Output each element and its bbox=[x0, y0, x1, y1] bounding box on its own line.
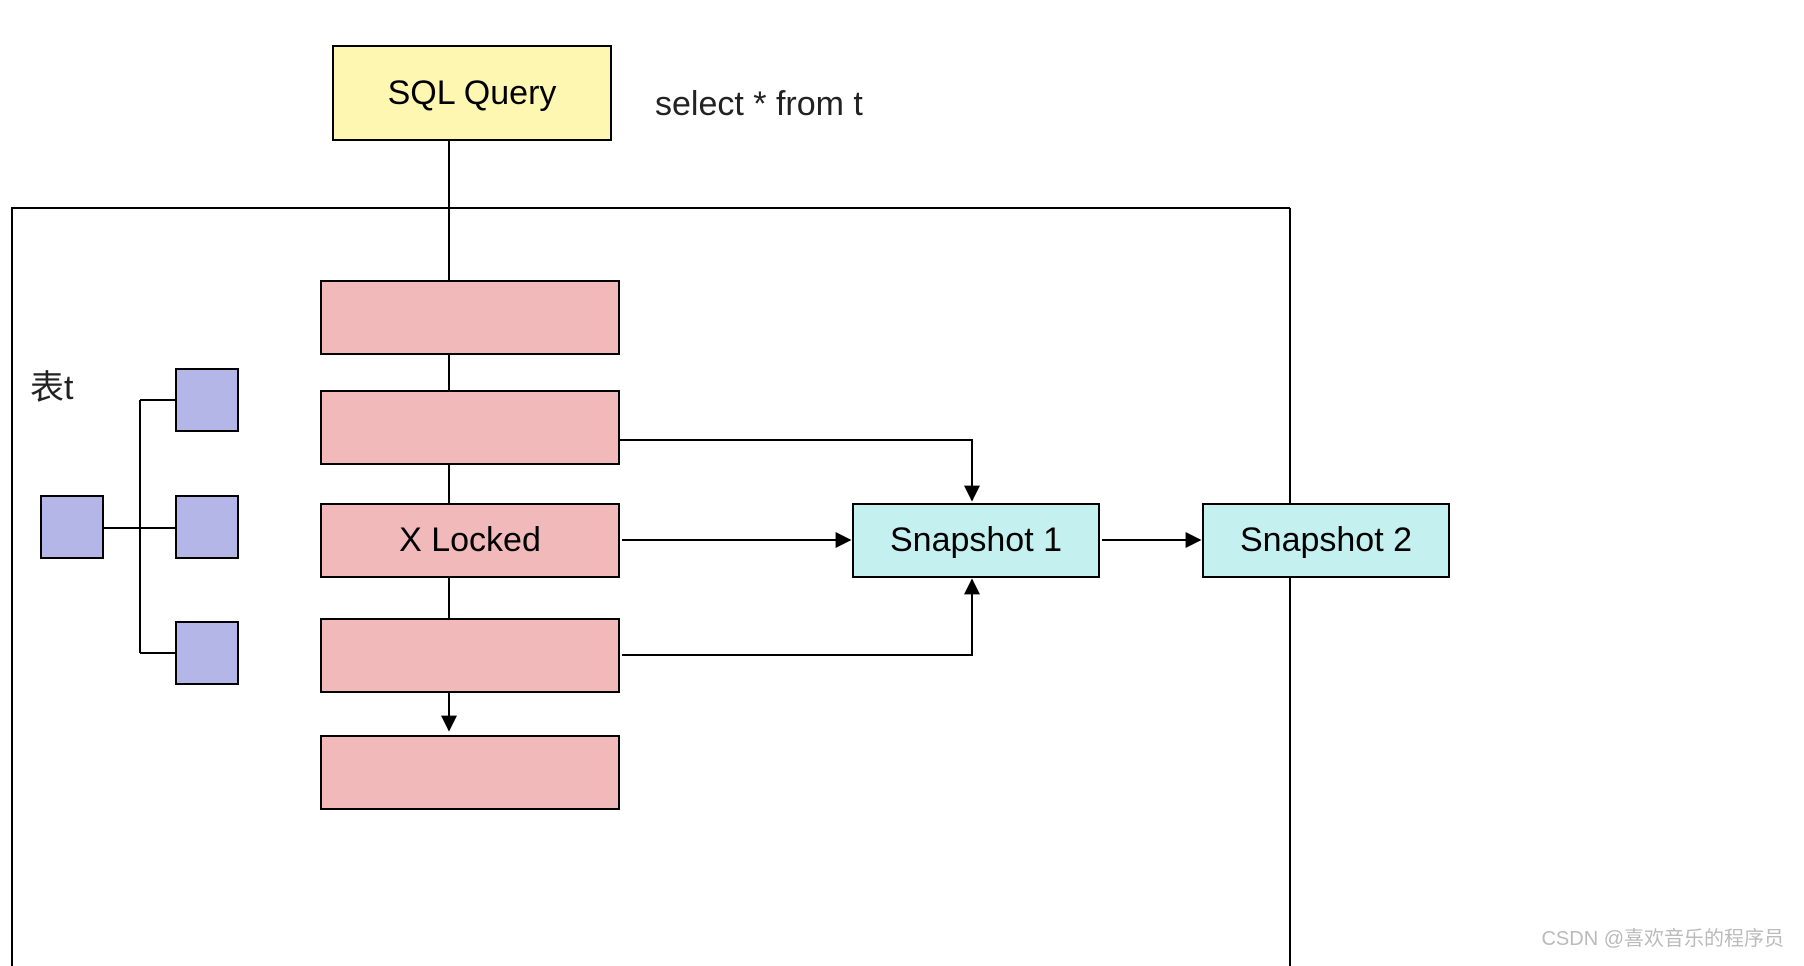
connectors-svg bbox=[0, 0, 1804, 966]
snapshot-2-label: Snapshot 2 bbox=[1240, 521, 1412, 560]
snapshot-1-box: Snapshot 1 bbox=[852, 503, 1100, 578]
row-5 bbox=[320, 735, 620, 810]
row-4 bbox=[320, 618, 620, 693]
row-x-locked: X Locked bbox=[320, 503, 620, 578]
sql-query-box-label: SQL Query bbox=[388, 74, 557, 113]
table-child-node-1 bbox=[175, 368, 239, 432]
row-1 bbox=[320, 280, 620, 355]
table-root-node bbox=[40, 495, 104, 559]
watermark-text: CSDN @喜欢音乐的程序员 bbox=[1541, 922, 1784, 951]
table-child-node-3 bbox=[175, 621, 239, 685]
row-2 bbox=[320, 390, 620, 465]
snapshot-2-box: Snapshot 2 bbox=[1202, 503, 1450, 578]
sql-query-box: SQL Query bbox=[332, 45, 612, 141]
row-x-locked-label: X Locked bbox=[399, 521, 541, 560]
table-child-node-2 bbox=[175, 495, 239, 559]
sql-query-text: select * from t bbox=[655, 85, 863, 124]
table-t-label: 表t bbox=[30, 360, 73, 409]
snapshot-1-label: Snapshot 1 bbox=[890, 521, 1062, 560]
